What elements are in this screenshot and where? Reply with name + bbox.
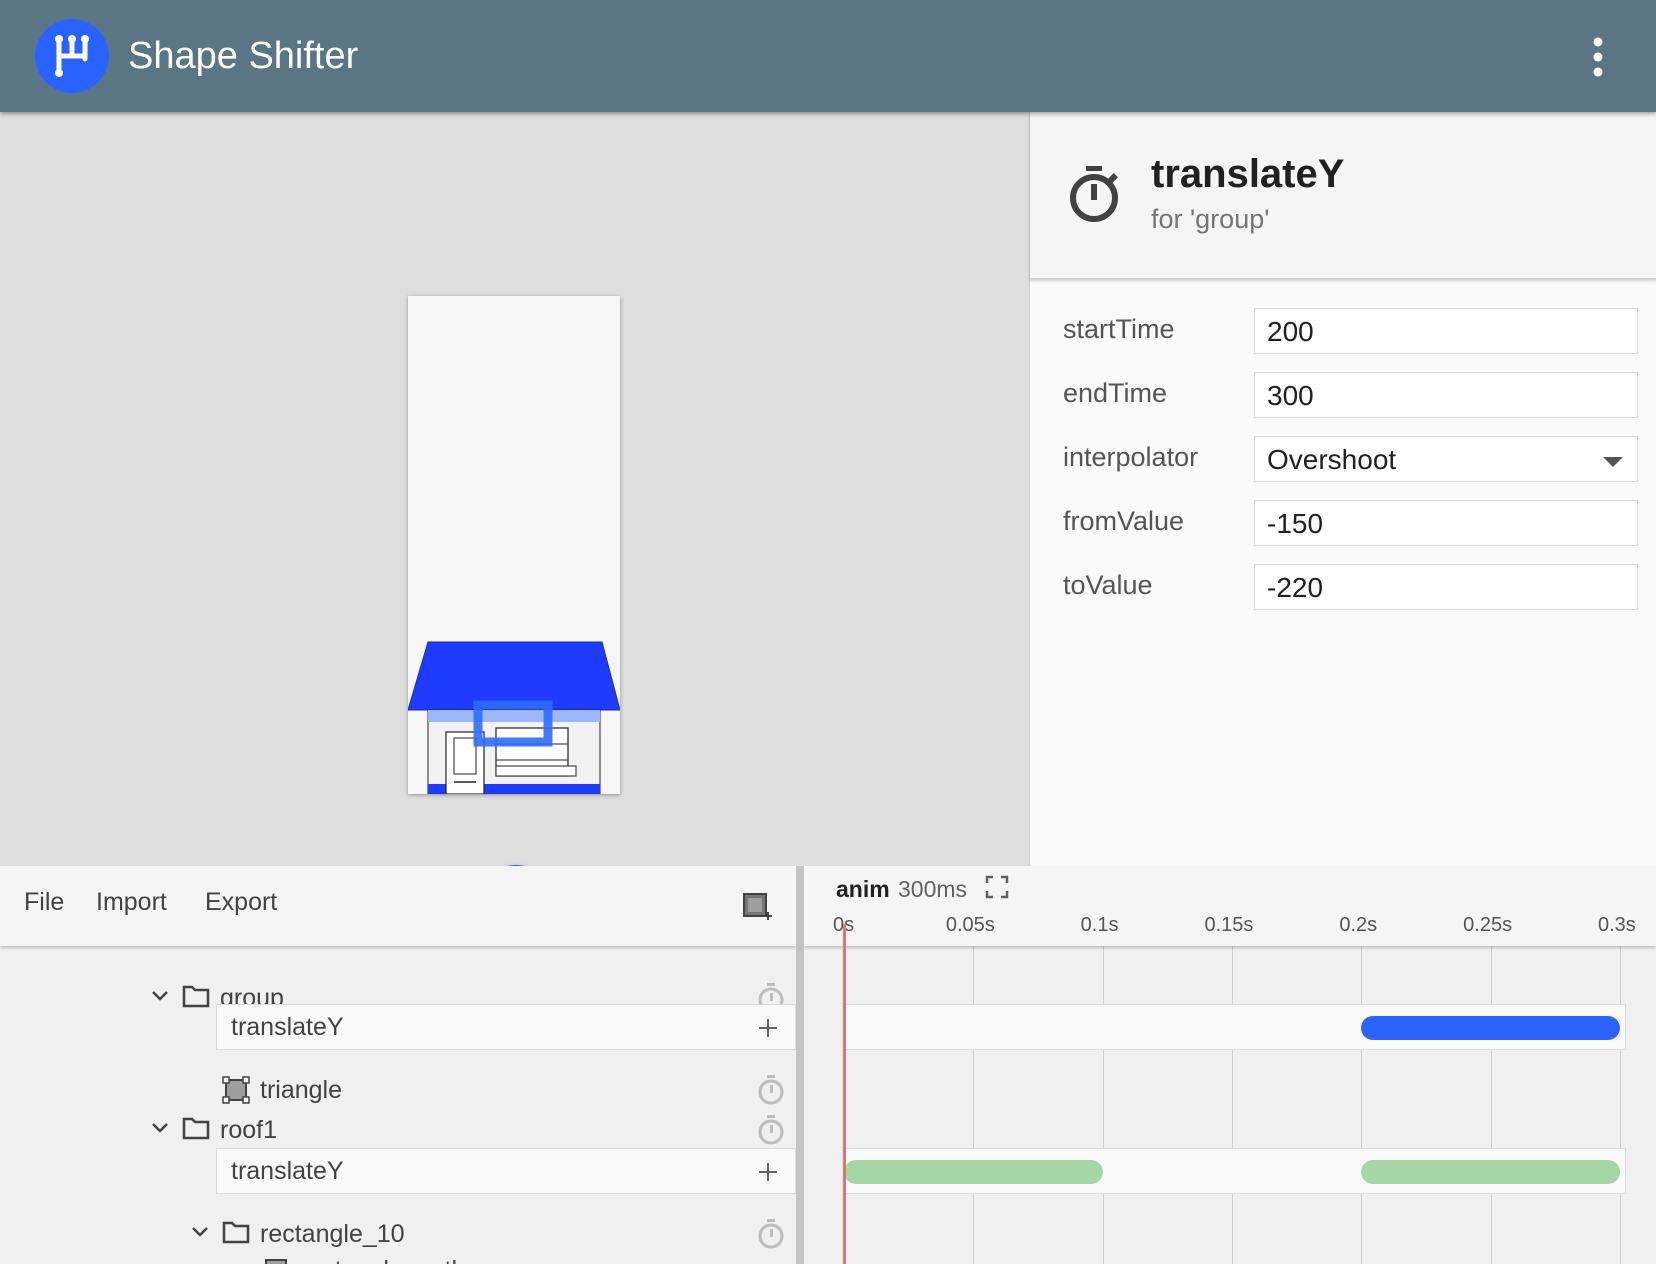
export-menu-button[interactable]: Export (205, 888, 277, 917)
prop-row-start-time: startTime 200 (1030, 304, 1656, 364)
interpolator-select[interactable]: Overshoot (1254, 436, 1638, 482)
dropdown-arrow-icon (1603, 457, 1623, 467)
folder-icon (182, 1117, 210, 1140)
time-tick-label: 0.25s (1463, 914, 1513, 936)
timer-icon (1066, 164, 1122, 229)
to-value-input[interactable]: -220 (1254, 564, 1638, 610)
layer-row-rectangle-path[interactable]: rectangle_path (0, 1250, 796, 1264)
prop-row-from-value: fromValue -150 (1030, 496, 1656, 556)
properties-panel: translateY for 'group' startTime 200 end… (1029, 112, 1656, 866)
add-icon[interactable] (757, 1017, 779, 1039)
layer-name: roof1 (220, 1116, 277, 1144)
time-tick-label: 0.15s (1204, 914, 1254, 936)
add-icon[interactable] (757, 1161, 779, 1183)
start-time-input[interactable]: 200 (1254, 308, 1638, 354)
app-logo-icon (35, 19, 109, 93)
animation-row[interactable]: translateY (216, 1004, 796, 1050)
canvas-area (0, 112, 1029, 945)
panel-splitter[interactable] (796, 866, 804, 1264)
layer-name: triangle (260, 1076, 342, 1104)
timer-icon[interactable] (756, 1114, 786, 1146)
grid-line (1232, 946, 1233, 1264)
animation-name: translateY (231, 1157, 344, 1185)
prop-row-end-time: endTime 300 (1030, 368, 1656, 428)
path-icon (265, 1259, 287, 1264)
chevron-down-icon[interactable] (150, 1118, 170, 1138)
layer-list-header: File Import Export (0, 866, 796, 946)
time-tick-label: 0.2s (1339, 914, 1378, 936)
animation-block[interactable] (844, 1160, 1103, 1184)
folder-icon (222, 1221, 250, 1244)
more-vert-icon[interactable] (1578, 30, 1618, 86)
import-menu-button[interactable]: Import (96, 888, 167, 917)
time-tick-label: 0.05s (945, 914, 995, 936)
from-value-input[interactable]: -150 (1254, 500, 1638, 546)
grid-line (1490, 946, 1492, 1264)
animation-block-selected[interactable] (1361, 1016, 1620, 1040)
animation-block[interactable] (1361, 1160, 1620, 1184)
chevron-down-icon[interactable] (150, 986, 170, 1006)
timeline-panel: anim 300ms 0s0.05s0.1s0.15s0.2s0.25s0.3s (804, 866, 1656, 1264)
prop-label: interpolator (1063, 442, 1199, 472)
vector-canvas[interactable] (407, 296, 621, 795)
properties-subtitle: for 'group' (1151, 204, 1270, 234)
folder-icon (182, 985, 210, 1008)
app-title: Shape Shifter (128, 35, 359, 77)
path-icon (222, 1076, 250, 1104)
playhead[interactable] (843, 924, 846, 1264)
grid-line (1620, 946, 1621, 1264)
prop-row-to-value: toValue -220 (1030, 560, 1656, 620)
timeline-header: anim 300ms 0s0.05s0.1s0.15s0.2s0.25s0.3s (804, 866, 1656, 946)
animation-row[interactable]: translateY (216, 1148, 796, 1194)
layer-name: rectangle_path (300, 1256, 465, 1264)
end-time-input[interactable]: 300 (1254, 372, 1638, 418)
timer-icon[interactable] (756, 1074, 786, 1106)
prop-row-interpolator: interpolator Overshoot (1030, 432, 1656, 492)
properties-title: translateY (1151, 152, 1345, 196)
time-tick-label: 0.3s (1598, 914, 1636, 936)
interpolator-value: Overshoot (1267, 444, 1397, 475)
chevron-down-icon[interactable] (190, 1222, 210, 1242)
fullscreen-icon[interactable] (984, 874, 1010, 900)
animation-name: translateY (231, 1013, 344, 1041)
grid-line (1102, 946, 1104, 1264)
prop-label: endTime (1063, 378, 1168, 408)
layer-name: rectangle_10 (260, 1220, 405, 1248)
app-toolbar: Shape Shifter (0, 0, 1656, 112)
prop-label: startTime (1063, 314, 1175, 344)
animation-title[interactable]: anim (836, 876, 890, 903)
grid-line (1361, 946, 1363, 1264)
prop-label: toValue (1063, 570, 1153, 600)
grid-line (973, 946, 975, 1264)
add-layer-icon[interactable] (742, 892, 772, 927)
prop-label: fromValue (1063, 506, 1185, 536)
timer-icon[interactable] (756, 1218, 786, 1250)
layer-list-panel: File Import Export group translateY tria… (0, 866, 796, 1264)
properties-header: translateY for 'group' (1030, 112, 1656, 279)
animation-duration: 300ms (898, 876, 968, 902)
file-menu-button[interactable]: File (24, 888, 64, 917)
time-tick-label: 0.1s (1080, 914, 1119, 936)
